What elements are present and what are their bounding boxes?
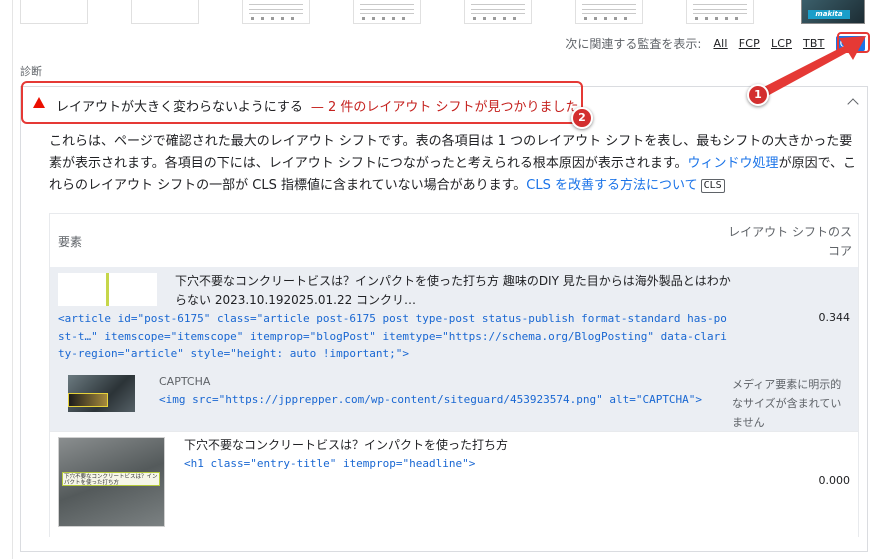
filmstrip-frame xyxy=(131,0,199,24)
annotation-highlight-box xyxy=(21,81,583,124)
group-title-diagnostics: 診断 xyxy=(20,65,42,78)
element-screenshot-thumbnail[interactable]: 下穴不要なコンクリートビスは？インパクトを使った打ち方 xyxy=(58,437,165,527)
column-header-score: レイアウト シフトのスコア xyxy=(728,225,852,258)
element-screenshot-thumbnail[interactable] xyxy=(58,273,157,306)
thumbnail-caption: 下穴不要なコンクリートビスは？インパクトを使った打ち方 xyxy=(62,472,160,486)
node-code[interactable]: <article id="post-6175" class="article p… xyxy=(58,310,728,363)
metric-tag-cls: CLS xyxy=(700,179,725,193)
filmstrip-frame xyxy=(464,0,532,24)
filmstrip-frame xyxy=(353,0,421,24)
shift-score: 0.344 xyxy=(818,311,851,324)
table-row: 下穴不要なコンクリートビスは？インパクトを使った打ち方 下穴不要なコンクリートビ… xyxy=(50,431,858,537)
section-rail xyxy=(12,0,13,559)
audit-description: これらは、ページで確認された最大のレイアウト シフトです。表の各項目は 1 つの… xyxy=(49,131,857,197)
makita-logo: makita xyxy=(808,10,850,19)
layout-shift-table: 要素 レイアウト シフトのスコア 下穴不要なコンクリートビスは？インパクトを使っ… xyxy=(49,213,859,537)
filmstrip-frame xyxy=(20,0,88,24)
subitem-label: CAPTCHA xyxy=(159,375,211,388)
filmstrip-frame-photo: makita xyxy=(801,0,865,24)
filmstrip-frame xyxy=(575,0,643,24)
element-screenshot-thumbnail[interactable] xyxy=(68,375,135,412)
relevant-audits-label: 次に関連する監査を表示: xyxy=(565,36,702,51)
annotation-badge-1: 1 xyxy=(747,84,769,106)
column-header-element: 要素 xyxy=(58,235,83,249)
subitem-code[interactable]: <img src="https://jpprepper.com/wp-conte… xyxy=(159,393,702,406)
filmstrip-frame xyxy=(242,0,310,24)
root-cause-reason: メディア要素に明示的なサイズが含まれていません xyxy=(732,378,842,429)
filmstrip-frame xyxy=(686,0,754,24)
node-snippet: 下穴不要なコンクリートビスは？インパクトを使った打ち方 趣味のDIY 見た目から… xyxy=(175,274,731,307)
learn-cls-link[interactable]: CLS を改善する方法について xyxy=(526,178,697,193)
audit-layout-shifts: レイアウトが大きく変わらないようにする — 2 件のレイアウト シフトが見つかりま… xyxy=(20,86,868,552)
shift-score: 0.000 xyxy=(818,474,851,487)
node-code[interactable]: <h1 class="entry-title" itemprop="headli… xyxy=(184,457,475,470)
node-snippet: 下穴不要なコンクリートビスは？インパクトを使った打ち方 xyxy=(184,438,509,452)
table-row: 下穴不要なコンクリートビスは？インパクトを使った打ち方 趣味のDIY 見た目から… xyxy=(50,267,858,431)
filmstrip: makita xyxy=(0,0,873,28)
annotation-badge-2: 2 xyxy=(571,107,593,129)
windowing-link[interactable]: ウィンドウ処理 xyxy=(688,156,779,171)
filter-chip-all[interactable]: All xyxy=(713,37,727,50)
